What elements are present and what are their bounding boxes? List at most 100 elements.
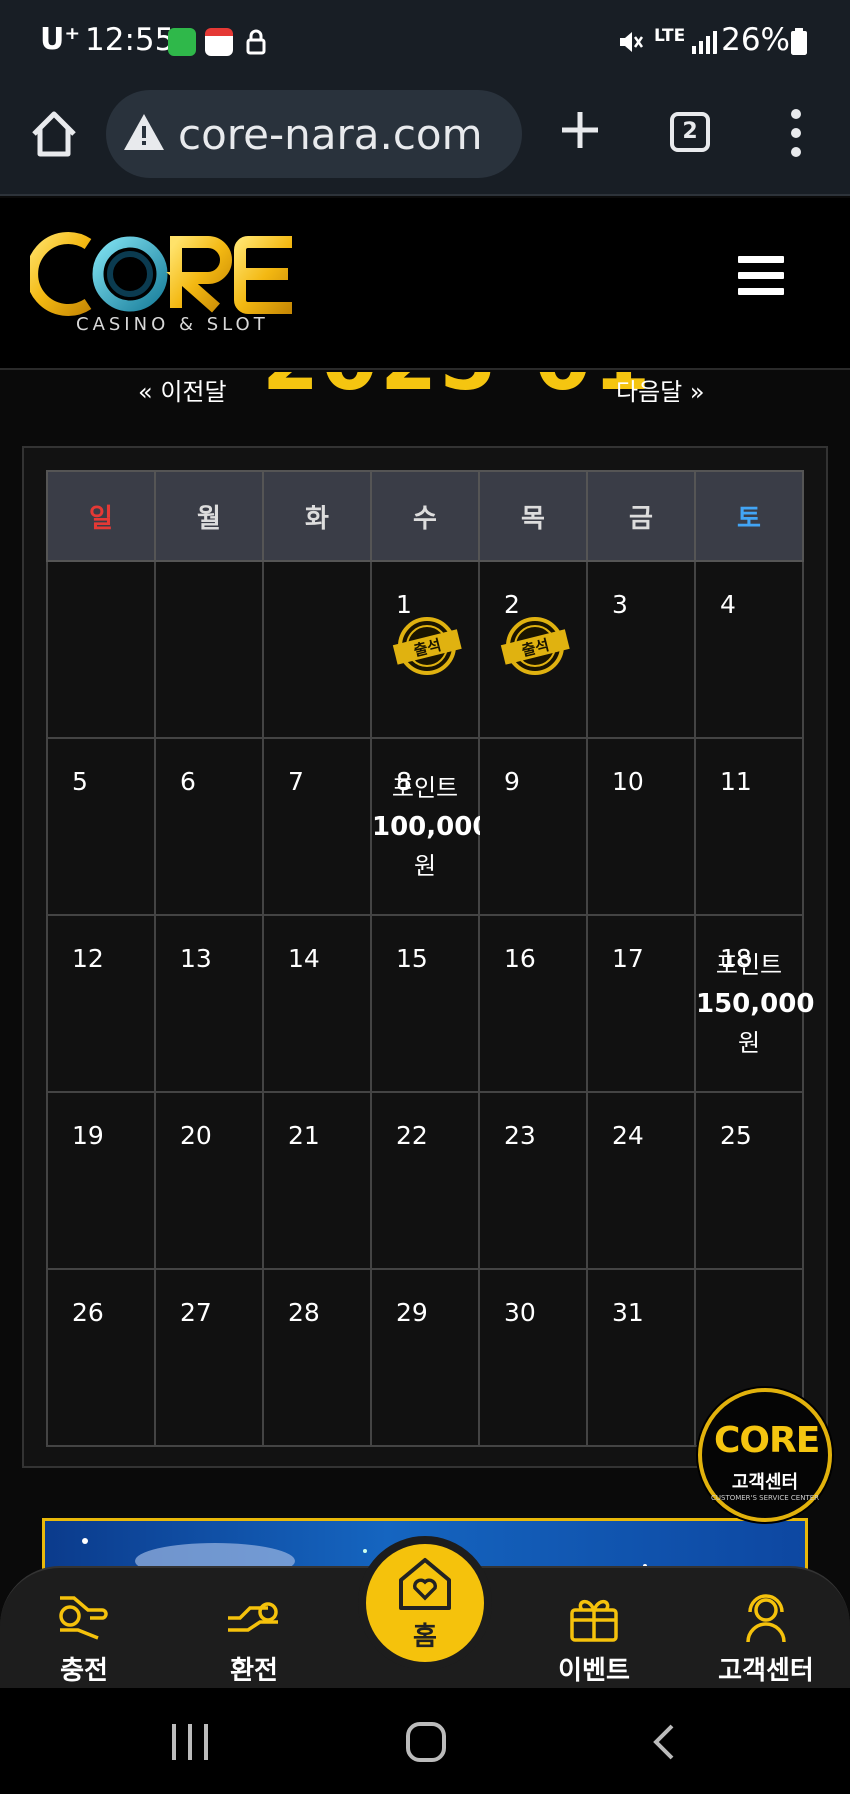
alt-app-icon [168, 28, 196, 56]
calendar-day-cell: 1 출석 [370, 560, 480, 739]
nav-withdraw[interactable]: 환전 [184, 1588, 324, 1687]
point-reward: 포인트 100,000 원 [372, 769, 491, 886]
weekday-header: 토 [694, 470, 804, 562]
day-number: 19 [72, 1121, 104, 1150]
day-number: 15 [396, 944, 428, 973]
home-button-icon[interactable] [404, 1720, 448, 1764]
calendar-week-row: 19 20 21 22 23 24 25 [46, 1091, 804, 1270]
day-number: 30 [504, 1298, 536, 1327]
nav-home[interactable]: 홈 [358, 1536, 492, 1670]
weekday-header: 수 [370, 470, 480, 562]
calendar-day-cell: 22 [370, 1091, 480, 1270]
weekday-header: 목 [478, 470, 588, 562]
weekday-header: 월 [154, 470, 264, 562]
day-number: 11 [720, 767, 752, 796]
day-number: 10 [612, 767, 644, 796]
attendance-calendar: 일월화수목금토 1 출석 2 출석 3 4 5 6 7 8 포인트 100,000 원 9 10 11 12 13… [22, 446, 828, 1468]
calendar-day-cell [262, 560, 372, 739]
calendar-day-cell: 14 [262, 914, 372, 1093]
nav-label: 고객센터 [718, 1656, 814, 1686]
day-number: 20 [180, 1121, 212, 1150]
screen: U⁺ 12:55 LTE 26% core-nara.com 2 CASINO … [0, 0, 850, 1794]
deposit-hand-icon [59, 1596, 108, 1640]
reward-amount: 100,000 [372, 812, 491, 842]
calendar-day-cell: 24 [586, 1091, 696, 1270]
weekday-header: 일 [46, 470, 156, 562]
site-header: CASINO & SLOT [0, 198, 850, 370]
badge-label: 고객센터 [731, 1472, 799, 1493]
calendar-day-cell: 29 [370, 1268, 480, 1447]
weekday-header-row: 일월화수목금토 [46, 470, 804, 562]
day-number: 3 [612, 590, 628, 619]
day-number: 17 [612, 944, 644, 973]
day-number: 22 [396, 1121, 428, 1150]
calendar-day-cell: 25 [694, 1091, 804, 1270]
month-title: 2025-01 [262, 372, 652, 409]
calendar-day-cell: 9 [478, 737, 588, 916]
home-heart-icon [399, 1558, 451, 1610]
reward-label: 포인트 [715, 951, 783, 979]
withdraw-hand-icon [228, 1602, 278, 1632]
calendar-day-cell: 2 출석 [478, 560, 588, 739]
menu-icon[interactable] [738, 256, 784, 296]
logo-subtitle: CASINO & SLOT [76, 314, 269, 335]
day-number: 25 [720, 1121, 752, 1150]
nav-event[interactable]: 이벤트 [524, 1588, 664, 1687]
calendar-table: 일월화수목금토 1 출석 2 출석 3 4 5 6 7 8 포인트 100,000 원 9 10 11 12 13… [46, 470, 815, 1447]
calendar-week-row: 5 6 7 8 포인트 100,000 원 9 10 11 [46, 737, 804, 916]
calendar-app-icon [205, 28, 233, 56]
calendar-week-row: 26 27 28 29 30 31 [46, 1268, 804, 1447]
recent-apps-icon[interactable] [168, 1720, 212, 1764]
calendar-day-cell: 11 [694, 737, 804, 916]
reward-unit: 원 [737, 1029, 761, 1057]
warning-icon[interactable] [122, 112, 166, 152]
url-text[interactable]: core-nara.com [178, 110, 483, 159]
new-tab-icon[interactable] [556, 106, 604, 154]
day-number: 21 [288, 1121, 320, 1150]
nav-label: 충전 [60, 1656, 108, 1686]
calendar-day-cell: 17 [586, 914, 696, 1093]
day-number: 1 [396, 590, 412, 619]
calendar-day-cell: 18 포인트 150,000 원 [694, 914, 815, 1093]
lte-icon: LTE [654, 26, 686, 46]
calendar-day-cell: 15 [370, 914, 480, 1093]
badge-logo: CORE [714, 1420, 820, 1461]
calendar-day-cell: 28 [262, 1268, 372, 1447]
calendar-day-cell: 3 [586, 560, 696, 739]
calendar-day-cell: 8 포인트 100,000 원 [370, 737, 491, 916]
support-center-badge[interactable]: CORE 고객센터 CUSTOMER'S SERVICE CENTER [698, 1388, 832, 1522]
more-icon[interactable] [784, 108, 808, 158]
address-bar[interactable]: core-nara.com [106, 90, 522, 178]
day-number: 28 [288, 1298, 320, 1327]
nav-support[interactable]: 고객센터 [696, 1588, 836, 1687]
day-number: 16 [504, 944, 536, 973]
support-headset-icon [746, 1594, 786, 1643]
day-number: 6 [180, 767, 196, 796]
calendar-day-cell: 6 [154, 737, 264, 916]
attendance-stamp-icon: 출석 [392, 617, 462, 675]
lock-icon [246, 29, 266, 55]
day-number: 23 [504, 1121, 536, 1150]
calendar-day-cell: 21 [262, 1091, 372, 1270]
calendar-day-cell: 26 [46, 1268, 156, 1447]
next-month-link[interactable]: 다음달 » [616, 372, 705, 407]
day-number: 5 [72, 767, 88, 796]
reward-label: 포인트 [391, 774, 459, 802]
status-bar: U⁺ 12:55 LTE 26% [0, 0, 850, 84]
browser-toolbar: core-nara.com 2 [0, 84, 850, 196]
back-icon[interactable] [644, 1720, 688, 1764]
day-number: 24 [612, 1121, 644, 1150]
prev-month-link[interactable]: « 이전달 [138, 372, 227, 407]
day-number: 7 [288, 767, 304, 796]
calendar-day-cell [154, 560, 264, 739]
reward-amount: 150,000 [696, 989, 815, 1019]
nav-deposit[interactable]: 충전 [14, 1588, 154, 1687]
day-number: 26 [72, 1298, 104, 1327]
month-navigation: 2025-01 « 이전달 다음달 » [0, 372, 850, 432]
day-number: 13 [180, 944, 212, 973]
calendar-day-cell: 7 [262, 737, 372, 916]
calendar-day-cell: 31 [586, 1268, 696, 1447]
attendance-stamp-icon: 출석 [500, 617, 570, 675]
home-icon[interactable] [26, 106, 82, 162]
tab-switcher-button[interactable]: 2 [670, 112, 710, 152]
